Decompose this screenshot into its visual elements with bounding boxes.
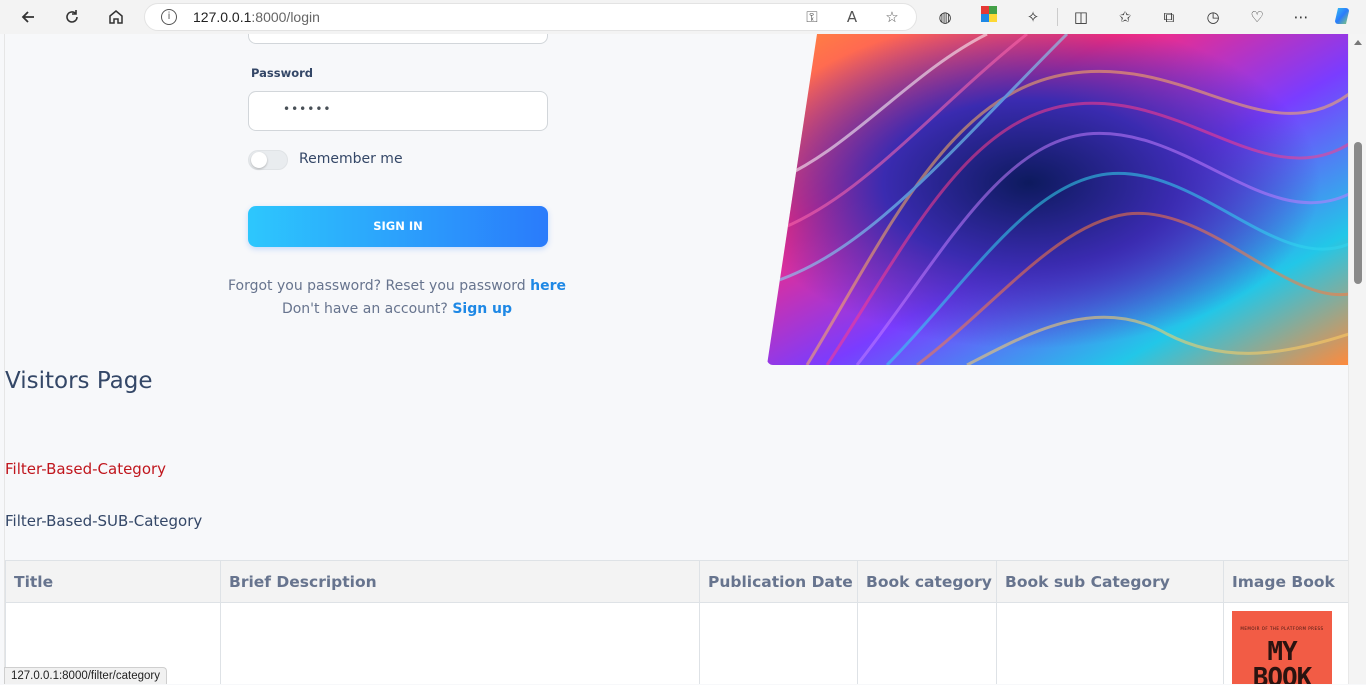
browser-toolbar: i 127.0.0.1:8000/login ⚿ A ☆ ◍ ✧ ◫ ✩ ⧉ ◷… <box>0 0 1366 34</box>
books-table: Title Brief Description Publication Date… <box>5 560 1348 684</box>
key-icon[interactable]: ⚿ <box>801 8 823 28</box>
email-field[interactable] <box>248 34 548 44</box>
column-header-category: Book category <box>857 560 997 603</box>
hero-image <box>767 34 1348 365</box>
favorites-icon[interactable]: ✩ <box>1114 6 1136 28</box>
signup-text: Don't have an account? <box>281 301 453 317</box>
url-text[interactable]: 127.0.0.1:8000/login <box>193 9 320 25</box>
scroll-up-arrow-icon[interactable] <box>1354 40 1362 45</box>
performance-heart-icon[interactable]: ♡ <box>1246 6 1268 28</box>
back-arrow-icon[interactable] <box>14 5 42 29</box>
status-bar-url: 127.0.0.1:8000/filter/category <box>4 667 167 684</box>
split-screen-icon[interactable]: ◫ <box>1070 6 1092 28</box>
column-header-title: Title <box>5 560 221 603</box>
visitors-page-heading: Visitors Page <box>5 368 153 394</box>
collections-icon[interactable]: ⧉ <box>1158 6 1180 28</box>
filter-subcategory-link[interactable]: Filter-Based-SUB-Category <box>5 512 202 530</box>
book-cover-kicker: MEMOIR OF THE PLATFORM PRESS <box>1240 626 1324 631</box>
table-header-row: Title Brief Description Publication Date… <box>5 560 1348 603</box>
column-header-publication-date: Publication Date <box>699 560 858 603</box>
column-header-description: Brief Description <box>220 560 700 603</box>
page-content: Password •••••• Remember me SIGN IN Forg… <box>4 34 1348 684</box>
toggle-knob <box>251 152 267 168</box>
column-header-subcategory: Book sub Category <box>996 560 1224 603</box>
forgot-password-text: Forgot you password? Reset you password <box>227 278 531 294</box>
password-value: •••••• <box>283 102 332 116</box>
history-icon[interactable]: ◷ <box>1202 6 1224 28</box>
toolbar-divider <box>1057 8 1058 26</box>
site-info-icon[interactable]: i <box>161 9 177 25</box>
book-cover-image: MEMOIR OF THE PLATFORM PRESS MY BOOK <box>1232 611 1332 684</box>
page-scrollbar[interactable] <box>1348 34 1366 684</box>
favorite-star-icon[interactable]: ☆ <box>881 8 903 28</box>
table-cell <box>996 602 1224 684</box>
book-cover-title: MY BOOK <box>1252 637 1313 684</box>
refresh-icon[interactable] <box>58 5 86 29</box>
account-links: Forgot you password? Reset you password … <box>165 275 629 321</box>
copilot-icon[interactable] <box>1332 6 1354 28</box>
extensions-puzzle-icon[interactable]: ✧ <box>1022 6 1044 28</box>
password-label: Password <box>251 66 313 80</box>
read-aloud-icon[interactable]: A <box>841 8 863 28</box>
remember-me-toggle[interactable] <box>248 150 288 170</box>
scroll-thumb[interactable] <box>1354 142 1362 284</box>
extension-colorful-icon[interactable] <box>978 6 1000 28</box>
table-cell <box>699 602 858 684</box>
remember-me-label[interactable]: Remember me <box>299 151 403 167</box>
sign-up-link[interactable]: Sign up <box>452 301 512 317</box>
table-cell <box>857 602 997 684</box>
home-icon[interactable] <box>102 5 130 29</box>
table-row <box>5 602 1348 684</box>
globe-icon[interactable]: ◍ <box>934 6 956 28</box>
sign-in-button[interactable]: SIGN IN <box>248 206 548 247</box>
column-header-image: Image Book <box>1223 560 1348 603</box>
reset-password-link[interactable]: here <box>530 278 566 294</box>
password-field[interactable]: •••••• <box>248 91 548 131</box>
address-bar[interactable]: i 127.0.0.1:8000/login ⚿ A ☆ <box>144 3 917 31</box>
more-menu-icon[interactable]: ⋯ <box>1290 6 1312 28</box>
table-cell <box>220 602 700 684</box>
filter-category-link[interactable]: Filter-Based-Category <box>5 460 166 478</box>
